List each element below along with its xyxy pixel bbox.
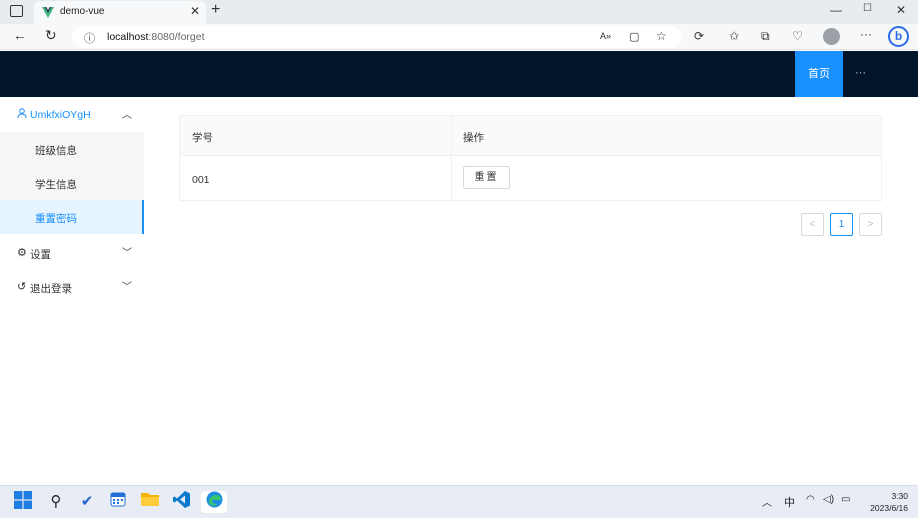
table-cell-id: 001 (192, 174, 210, 186)
sidebar-logout-menu[interactable]: ↺ 退出登录 ﹀ (0, 270, 144, 304)
minimize-icon[interactable]: — (830, 3, 842, 17)
tab-actions-icon[interactable] (10, 5, 23, 17)
chevron-down-icon: ﹀ (122, 248, 132, 259)
taskbar: ⚲ ✔ ︿ 中 ◠ ◁) ▭ 3:30 2023/6/16 (0, 485, 918, 518)
clock-date: 2023/6/16 (870, 503, 908, 513)
logout-icon: ↺ (17, 281, 27, 293)
data-table: 学号 操作 001 重置 (179, 115, 882, 201)
sidebar-item-class-info[interactable]: 班级信息 (0, 132, 144, 166)
nav-home[interactable]: 首页 (795, 51, 843, 97)
sidebar-item-label: 学生信息 (35, 179, 77, 191)
collections-icon[interactable]: ⧉ (761, 29, 770, 44)
more-icon[interactable]: ··· (860, 27, 872, 41)
extensions-icon[interactable]: ⟳ (694, 29, 704, 43)
wifi-icon[interactable]: ◠ (806, 494, 815, 505)
sidebar-item-student-info[interactable]: 学生信息 (0, 166, 144, 200)
sidebar-item-reset-password[interactable]: 重置密码 (0, 200, 144, 234)
reader-icon[interactable]: ▢ (629, 30, 639, 43)
start-icon[interactable] (12, 491, 34, 513)
volume-icon[interactable]: ◁) (823, 494, 834, 505)
back-icon[interactable]: ← (13, 27, 27, 43)
chevron-down-icon: ﹀ (122, 282, 132, 293)
file-explorer-icon[interactable] (139, 491, 161, 513)
favorite-icon[interactable]: ☆ (656, 29, 667, 43)
browser-tab[interactable]: demo-vue ✕ (34, 1, 206, 24)
sidebar-settings-label: 设置 (30, 249, 51, 261)
page-1-button[interactable]: 1 (830, 213, 853, 236)
url-input[interactable]: ⓘ localhost:8080/forget A» ▢ ☆ (72, 26, 682, 48)
health-icon[interactable]: ♡ (792, 29, 803, 43)
favorites-icon[interactable]: ✩ (729, 29, 739, 43)
prev-page-button[interactable]: < (801, 213, 824, 236)
column-divider (451, 116, 452, 200)
table-header: 学号 操作 (180, 116, 881, 156)
clock-time: 3:30 (891, 491, 908, 501)
app-header: 首页 ··· (0, 51, 918, 97)
read-aloud-icon[interactable]: A» (600, 31, 611, 41)
info-icon[interactable]: ⓘ (84, 30, 95, 46)
battery-icon[interactable]: ▭ (841, 494, 850, 505)
ime-indicator[interactable]: 中 (784, 494, 795, 510)
sidebar-logout-label: 退出登录 (30, 283, 72, 295)
sidebar-user-menu[interactable]: UmkfxiOYgH ︿ (0, 98, 144, 132)
address-bar: ← ↻ ⓘ localhost:8080/forget A» ▢ ☆ ⟳ ✩ ⧉… (0, 24, 918, 50)
edge-icon[interactable] (201, 491, 227, 513)
chevron-up-icon: ︿ (122, 110, 132, 121)
sidebar-user-label: UmkfxiOYgH (30, 109, 91, 121)
nav-more[interactable]: ··· (855, 51, 866, 97)
tab-title: demo-vue (60, 6, 105, 17)
vue-logo-icon (42, 7, 54, 21)
search-icon[interactable]: ⚲ (45, 491, 67, 513)
maximize-icon[interactable]: ☐ (863, 3, 872, 14)
window-close-icon[interactable]: ✕ (896, 3, 906, 17)
reset-button[interactable]: 重置 (463, 166, 510, 189)
gear-icon: ⚙ (17, 247, 27, 259)
sidebar-item-label: 重置密码 (35, 213, 77, 225)
sidebar: UmkfxiOYgH ︿ 班级信息 学生信息 重置密码 ⚙ 设置 ﹀ ↺ 退出登… (0, 97, 144, 485)
profile-icon[interactable] (823, 28, 840, 45)
url-text: localhost:8080/forget (107, 31, 205, 43)
tab-close-icon[interactable]: ✕ (190, 4, 200, 18)
user-icon (17, 108, 27, 121)
next-page-button[interactable]: > (859, 213, 882, 236)
browser-tab-bar: demo-vue ✕ + — ☐ ✕ (0, 0, 918, 24)
todo-icon[interactable]: ✔ (76, 491, 98, 513)
reload-icon[interactable]: ↻ (45, 27, 57, 44)
vscode-icon[interactable] (170, 491, 192, 513)
column-header: 操作 (463, 132, 484, 144)
bing-icon[interactable]: b (888, 26, 909, 47)
sidebar-item-label: 班级信息 (35, 145, 77, 157)
sidebar-settings-menu[interactable]: ⚙ 设置 ﹀ (0, 236, 144, 270)
clock[interactable]: 3:30 2023/6/16 (860, 490, 908, 514)
column-header: 学号 (192, 132, 213, 144)
chevron-up-icon[interactable]: ︿ (762, 494, 772, 509)
new-tab-icon[interactable]: + (211, 1, 220, 19)
calendar-icon[interactable] (107, 491, 129, 513)
